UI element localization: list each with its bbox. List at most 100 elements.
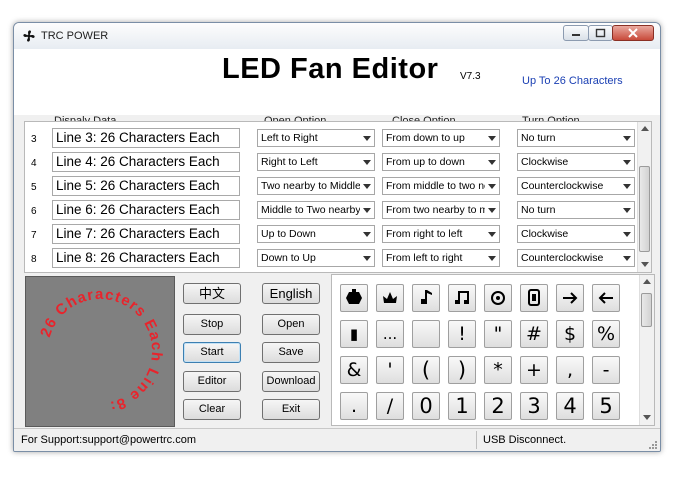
scroll-thumb[interactable] (639, 166, 650, 252)
row-number: 5 (31, 182, 37, 193)
lines-table: 3 Line 3: 26 Characters Each Left to Rig… (24, 121, 652, 273)
start-button[interactable]: Start (183, 342, 241, 363)
select-value: From down to up (386, 132, 465, 144)
scroll-thumb[interactable] (641, 293, 652, 327)
key-percent[interactable]: % (592, 320, 620, 348)
key-ampersand[interactable]: & (340, 356, 368, 384)
key-arrow-left[interactable] (592, 284, 620, 312)
music-note-icon (421, 290, 432, 304)
select-value: No turn (521, 204, 556, 216)
close-option-select[interactable]: From up to down (382, 153, 500, 171)
key-circle-dot[interactable] (484, 284, 512, 312)
open-option-select[interactable]: Middle to Two nearby (257, 201, 375, 219)
scroll-up-icon[interactable] (641, 126, 649, 131)
key-digit-4[interactable]: 4 (556, 392, 584, 420)
display-text-input[interactable]: Line 7: 26 Characters Each (52, 224, 240, 244)
clear-button[interactable]: Clear (183, 399, 241, 420)
character-keypad: ▮ ... ! " # $ % & ' ( ) * + , - . / 0 1 … (331, 274, 655, 426)
key-dollar[interactable]: $ (556, 320, 584, 348)
exit-button[interactable]: Exit (262, 399, 320, 420)
chevron-down-icon (485, 250, 499, 266)
key-apostrophe[interactable]: ' (376, 356, 404, 384)
stop-button[interactable]: Stop (183, 314, 241, 335)
turn-option-select[interactable]: Clockwise (517, 225, 635, 243)
key-space[interactable] (412, 320, 440, 348)
close-button[interactable] (612, 25, 654, 41)
rows-scrollbar[interactable] (637, 122, 651, 272)
fan-icon (23, 30, 35, 42)
turn-option-select[interactable]: No turn (517, 129, 635, 147)
row-number: 8 (31, 254, 37, 265)
download-button[interactable]: Download (262, 371, 320, 392)
close-option-select[interactable]: From two nearby to middle (382, 201, 500, 219)
chevron-down-icon (485, 154, 499, 170)
key-digit-1[interactable]: 1 (448, 392, 476, 420)
scroll-down-icon[interactable] (643, 415, 651, 420)
editor-button[interactable]: Editor (183, 371, 241, 392)
key-right-paren[interactable]: ) (448, 356, 476, 384)
select-value: From two nearby to middle (386, 204, 500, 216)
display-text-input[interactable]: Line 8: 26 Characters Each (52, 248, 240, 268)
display-text-input[interactable]: Line 5: 26 Characters Each (52, 176, 240, 196)
chevron-down-icon (620, 202, 634, 218)
close-option-select[interactable]: From right to left (382, 225, 500, 243)
key-crown[interactable] (376, 284, 404, 312)
crown-icon (383, 292, 397, 303)
display-text-input[interactable]: Line 4: 26 Characters Each (52, 152, 240, 172)
scroll-up-icon[interactable] (643, 279, 651, 284)
display-text-input[interactable]: Line 3: 26 Characters Each (52, 128, 240, 148)
table-row: 4 Line 4: 26 Characters Each Right to Le… (25, 150, 651, 174)
close-option-select[interactable]: From middle to two nearby (382, 177, 500, 195)
key-digital-zero[interactable] (520, 284, 548, 312)
header-area: LED Fan Editor V7.3 Up To 26 Characters (14, 49, 660, 115)
scroll-down-icon[interactable] (641, 262, 649, 267)
key-quote[interactable]: " (484, 320, 512, 348)
table-row: 5 Line 5: 26 Characters Each Two nearby … (25, 174, 651, 198)
open-option-select[interactable]: Right to Left (257, 153, 375, 171)
key-digit-5[interactable]: 5 (592, 392, 620, 420)
key-plus[interactable]: + (520, 356, 548, 384)
key-double-note[interactable] (448, 284, 476, 312)
key-hash[interactable]: # (520, 320, 548, 348)
open-option-select[interactable]: Down to Up (257, 249, 375, 267)
minimize-button[interactable] (563, 25, 589, 41)
key-asterisk[interactable]: * (484, 356, 512, 384)
select-value: Counterclockwise (521, 252, 604, 264)
turn-option-select[interactable]: Counterclockwise (517, 177, 635, 195)
turn-option-select[interactable]: Counterclockwise (517, 249, 635, 267)
key-left-paren[interactable]: ( (412, 356, 440, 384)
open-option-select[interactable]: Left to Right (257, 129, 375, 147)
minimize-icon (572, 34, 580, 36)
close-option-select[interactable]: From left to right (382, 249, 500, 267)
preview-text: 26 Characters Each Line 8: (37, 286, 165, 415)
key-digit-2[interactable]: 2 (484, 392, 512, 420)
key-digit-0[interactable]: 0 (412, 392, 440, 420)
open-option-select[interactable]: Two nearby to Middle (257, 177, 375, 195)
key-arrow-right[interactable] (556, 284, 584, 312)
turn-option-select[interactable]: Clockwise (517, 153, 635, 171)
turn-option-select[interactable]: No turn (517, 201, 635, 219)
english-button[interactable]: English (262, 283, 320, 304)
maximize-button[interactable] (588, 25, 613, 41)
open-option-select[interactable]: Up to Down (257, 225, 375, 243)
keypad-scrollbar[interactable] (639, 275, 654, 425)
key-ellipsis[interactable]: ... (376, 320, 404, 348)
display-text-input[interactable]: Line 6: 26 Characters Each (52, 200, 240, 220)
key-note[interactable] (412, 284, 440, 312)
key-minus[interactable]: - (592, 356, 620, 384)
resize-grip-icon[interactable] (648, 440, 658, 450)
status-bar: For Support:support@powertrc.com USB Dis… (14, 428, 660, 451)
chinese-button[interactable]: 中文 (183, 283, 241, 304)
key-bug[interactable] (340, 284, 368, 312)
open-button[interactable]: Open (262, 314, 320, 335)
chevron-down-icon (360, 226, 374, 242)
key-period[interactable]: . (340, 392, 368, 420)
key-comma[interactable]: , (556, 356, 584, 384)
close-option-select[interactable]: From down to up (382, 129, 500, 147)
key-exclamation[interactable]: ! (448, 320, 476, 348)
row-number: 6 (31, 206, 37, 217)
key-block[interactable]: ▮ (340, 320, 368, 348)
key-digit-3[interactable]: 3 (520, 392, 548, 420)
save-button[interactable]: Save (262, 342, 320, 363)
key-slash[interactable]: / (376, 392, 404, 420)
